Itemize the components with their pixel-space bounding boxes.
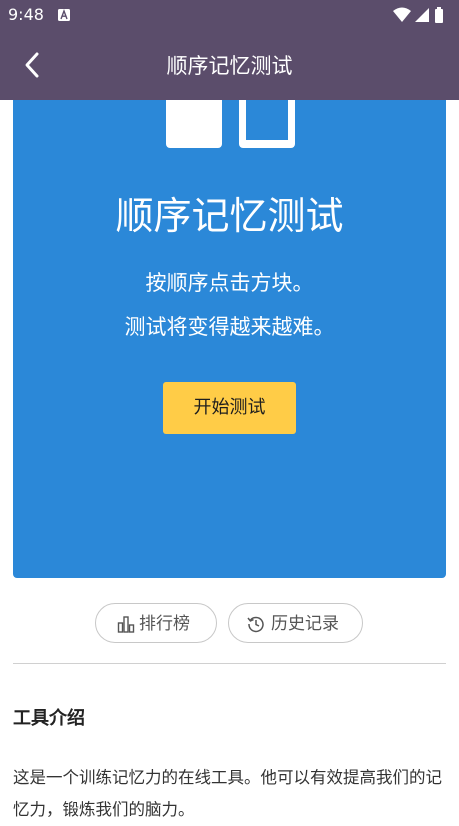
start-test-button[interactable]: 开始测试 — [163, 382, 296, 434]
battery-icon — [435, 9, 443, 23]
status-time: 9:48 — [8, 5, 44, 24]
memory-blocks-icon — [166, 100, 295, 148]
history-icon — [247, 616, 264, 633]
bar-chart-icon — [117, 616, 135, 633]
divider — [13, 663, 446, 664]
intro-text: 这是一个训练记忆力的在线工具。他可以有效提高我们的记忆力，锻炼我们的脑力。 — [13, 768, 442, 819]
notification-a-icon — [58, 9, 70, 21]
status-bar: 9:48 — [0, 0, 459, 30]
signal-icon — [415, 8, 429, 22]
leaderboard-button[interactable]: 排行榜 — [95, 603, 217, 643]
hero-title: 顺序记忆测试 — [115, 194, 344, 238]
history-button[interactable]: 历史记录 — [228, 603, 363, 643]
wifi-icon — [393, 7, 411, 22]
hero-description-line1: 按顺序点击方块。 — [145, 271, 314, 295]
hero-description-line2: 测试将变得越来越难。 — [124, 315, 335, 339]
leaderboard-label: 排行榜 — [139, 614, 190, 634]
intro-heading: 工具介绍 — [13, 708, 85, 729]
page-title: 顺序记忆测试 — [166, 54, 293, 78]
system-status-icons — [393, 7, 443, 23]
history-label: 历史记录 — [271, 614, 339, 634]
hero-card: 顺序记忆测试 按顺序点击方块。 测试将变得越来越难。 开始测试 — [13, 100, 446, 578]
app-bar: 顺序记忆测试 — [0, 30, 459, 100]
